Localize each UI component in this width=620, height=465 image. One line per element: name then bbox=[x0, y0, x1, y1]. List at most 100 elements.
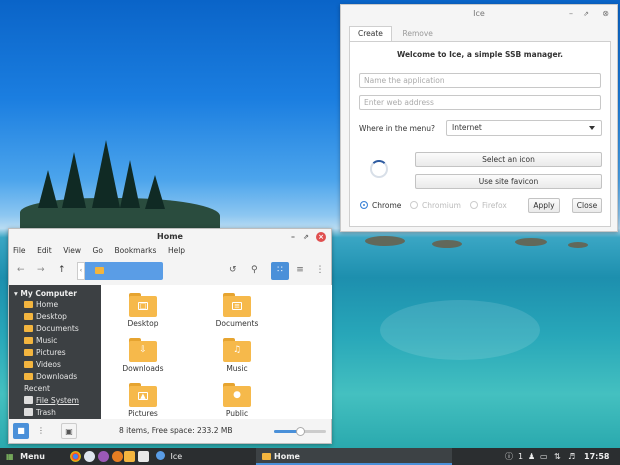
radio-chrome[interactable]: Chrome bbox=[360, 201, 401, 211]
sidebar-item-label: Videos bbox=[36, 360, 61, 369]
fm-sidebar: ▾ My Computer Home Desktop Documents Mus… bbox=[9, 285, 101, 419]
toggle-sidebar-button[interactable]: ▣ bbox=[61, 423, 77, 439]
back-arrow-icon[interactable]: ← bbox=[17, 265, 25, 275]
chrome-launcher-icon[interactable] bbox=[70, 451, 81, 462]
workspace-number[interactable]: 1 bbox=[518, 448, 523, 465]
menu-help[interactable]: Help bbox=[168, 245, 185, 257]
chevron-left-icon[interactable]: ‹ bbox=[77, 262, 85, 280]
file-item-label: Documents bbox=[215, 319, 259, 328]
maximize-icon[interactable]: ⇗ bbox=[303, 229, 309, 245]
sidebar-item-home[interactable]: Home bbox=[9, 299, 101, 311]
sidebar-item-videos[interactable]: Videos bbox=[9, 359, 101, 371]
menu-view[interactable]: View bbox=[63, 245, 81, 257]
files-launcher-icon[interactable] bbox=[124, 451, 135, 462]
radio-icon bbox=[410, 201, 418, 209]
minimize-icon[interactable]: – bbox=[569, 5, 573, 23]
sidebar-item-trash[interactable]: Trash bbox=[9, 407, 101, 419]
volume-icon[interactable]: ♬ bbox=[568, 448, 575, 465]
sidebar-item-documents[interactable]: Documents bbox=[9, 323, 101, 335]
menu-category-select[interactable]: Internet bbox=[446, 120, 602, 136]
show-treeview-button[interactable]: ⋮ bbox=[33, 423, 49, 439]
list-view-button[interactable]: ≡ bbox=[291, 262, 309, 280]
forward-arrow-icon[interactable]: → bbox=[37, 265, 45, 275]
public-folder-icon: ● bbox=[223, 383, 251, 407]
radio-icon bbox=[470, 201, 478, 209]
app-name-input[interactable]: Name the application bbox=[359, 73, 601, 88]
task-home-label: Home bbox=[274, 452, 300, 461]
menu-edit[interactable]: Edit bbox=[37, 245, 52, 257]
task-home[interactable]: Home bbox=[256, 448, 452, 465]
sidebar-item-file-system[interactable]: File System bbox=[9, 395, 101, 407]
file-item-desktop[interactable]: □ Desktop bbox=[113, 293, 173, 328]
sidebar-header: My Computer bbox=[20, 289, 77, 298]
menu-bookmarks[interactable]: Bookmarks bbox=[115, 245, 157, 257]
file-item-music[interactable]: ♫ Music bbox=[207, 338, 267, 373]
file-item-label: Downloads bbox=[122, 364, 164, 373]
file-item-public[interactable]: ● Public bbox=[207, 383, 267, 418]
apply-button[interactable]: Apply bbox=[528, 198, 560, 213]
web-address-input[interactable]: Enter web address bbox=[359, 95, 601, 110]
taskbar: ▦ Menu Ice Home ⓘ 1 ♟ ▭ ⇅ ♬ 17:58 bbox=[0, 448, 620, 465]
icon-view-button[interactable]: ∷ bbox=[271, 262, 289, 280]
sidebar-item-recent[interactable]: Recent bbox=[9, 383, 101, 395]
sidebar-item-pictures[interactable]: Pictures bbox=[9, 347, 101, 359]
maximize-icon[interactable]: ⇗ bbox=[583, 5, 589, 23]
sidebar-item-label: Recent bbox=[24, 384, 50, 393]
sidebar-item-downloads[interactable]: Downloads bbox=[9, 371, 101, 383]
close-icon[interactable]: ⊗ bbox=[602, 5, 609, 23]
search-icon[interactable]: ⚲ bbox=[251, 265, 258, 275]
welcome-heading: Welcome to Ice, a simple SSB manager. bbox=[396, 50, 564, 59]
file-item-documents[interactable]: ≡ Documents bbox=[207, 293, 267, 328]
select-icon-button[interactable]: Select an icon bbox=[415, 152, 602, 167]
menu-go[interactable]: Go bbox=[93, 245, 103, 257]
sidebar-item-desktop[interactable]: Desktop bbox=[9, 311, 101, 323]
sidebar-section-my-computer[interactable]: ▾ My Computer bbox=[9, 285, 101, 299]
downloads-folder-icon: ⇩ bbox=[129, 338, 157, 362]
terminal-launcher-icon[interactable] bbox=[138, 451, 149, 462]
fm-titlebar[interactable]: Home – ⇗ × bbox=[9, 229, 331, 245]
display-icon[interactable]: ▭ bbox=[540, 448, 548, 465]
zoom-slider[interactable] bbox=[274, 427, 326, 436]
file-item-label: Music bbox=[226, 364, 248, 373]
minimize-icon[interactable]: – bbox=[291, 229, 295, 245]
show-places-button[interactable]: ■ bbox=[13, 423, 29, 439]
menubar: File Edit View Go Bookmarks Help bbox=[9, 245, 331, 257]
up-arrow-icon[interactable]: ↑ bbox=[58, 265, 66, 275]
clock[interactable]: 17:58 bbox=[584, 448, 609, 465]
close-icon[interactable]: × bbox=[316, 232, 326, 242]
menu-button[interactable]: ▦ Menu bbox=[6, 448, 45, 465]
file-item-pictures[interactable]: ▲ Pictures bbox=[113, 383, 173, 418]
wallpaper-tree bbox=[120, 160, 140, 208]
use-favicon-button[interactable]: Use site favicon bbox=[415, 174, 602, 189]
drive-icon bbox=[24, 396, 33, 404]
documents-folder-icon: ≡ bbox=[223, 293, 251, 317]
folder-icon bbox=[24, 313, 33, 320]
user-icon[interactable]: ♟ bbox=[528, 448, 535, 465]
ice-tabs: Create Remove bbox=[349, 26, 441, 41]
tab-create[interactable]: Create bbox=[349, 26, 392, 41]
close-button[interactable]: Close bbox=[572, 198, 602, 213]
compact-view-button[interactable]: ⋮ bbox=[311, 262, 329, 280]
sidebar-item-music[interactable]: Music bbox=[9, 335, 101, 347]
menu-file[interactable]: File bbox=[13, 245, 26, 257]
radio-selected-icon bbox=[360, 201, 368, 209]
home-breadcrumb[interactable] bbox=[95, 266, 107, 275]
app-launcher-icon[interactable] bbox=[98, 451, 109, 462]
toggle-location-icon[interactable]: ↺ bbox=[229, 265, 237, 275]
ice-titlebar[interactable]: Ice – ⇗ ⊗ bbox=[341, 5, 617, 23]
info-icon[interactable]: ⓘ bbox=[505, 448, 513, 465]
folder-icon bbox=[24, 325, 33, 332]
sidebar-item-label: File System bbox=[36, 396, 79, 405]
file-item-downloads[interactable]: ⇩ Downloads bbox=[113, 338, 173, 373]
task-ice[interactable]: Ice bbox=[156, 448, 182, 465]
zoom-slider-handle[interactable] bbox=[296, 427, 305, 436]
file-manager-window: Home – ⇗ × File Edit View Go Bookmarks H… bbox=[8, 228, 332, 444]
home-folder-icon bbox=[95, 267, 104, 274]
vlc-launcher-icon[interactable] bbox=[112, 451, 123, 462]
wallpaper-rock bbox=[365, 236, 405, 246]
messenger-launcher-icon[interactable] bbox=[84, 451, 95, 462]
network-icon[interactable]: ⇅ bbox=[554, 448, 561, 465]
wallpaper-tree bbox=[145, 175, 165, 209]
tab-remove[interactable]: Remove bbox=[394, 27, 440, 42]
radio-firefox-label: Firefox bbox=[482, 201, 507, 210]
